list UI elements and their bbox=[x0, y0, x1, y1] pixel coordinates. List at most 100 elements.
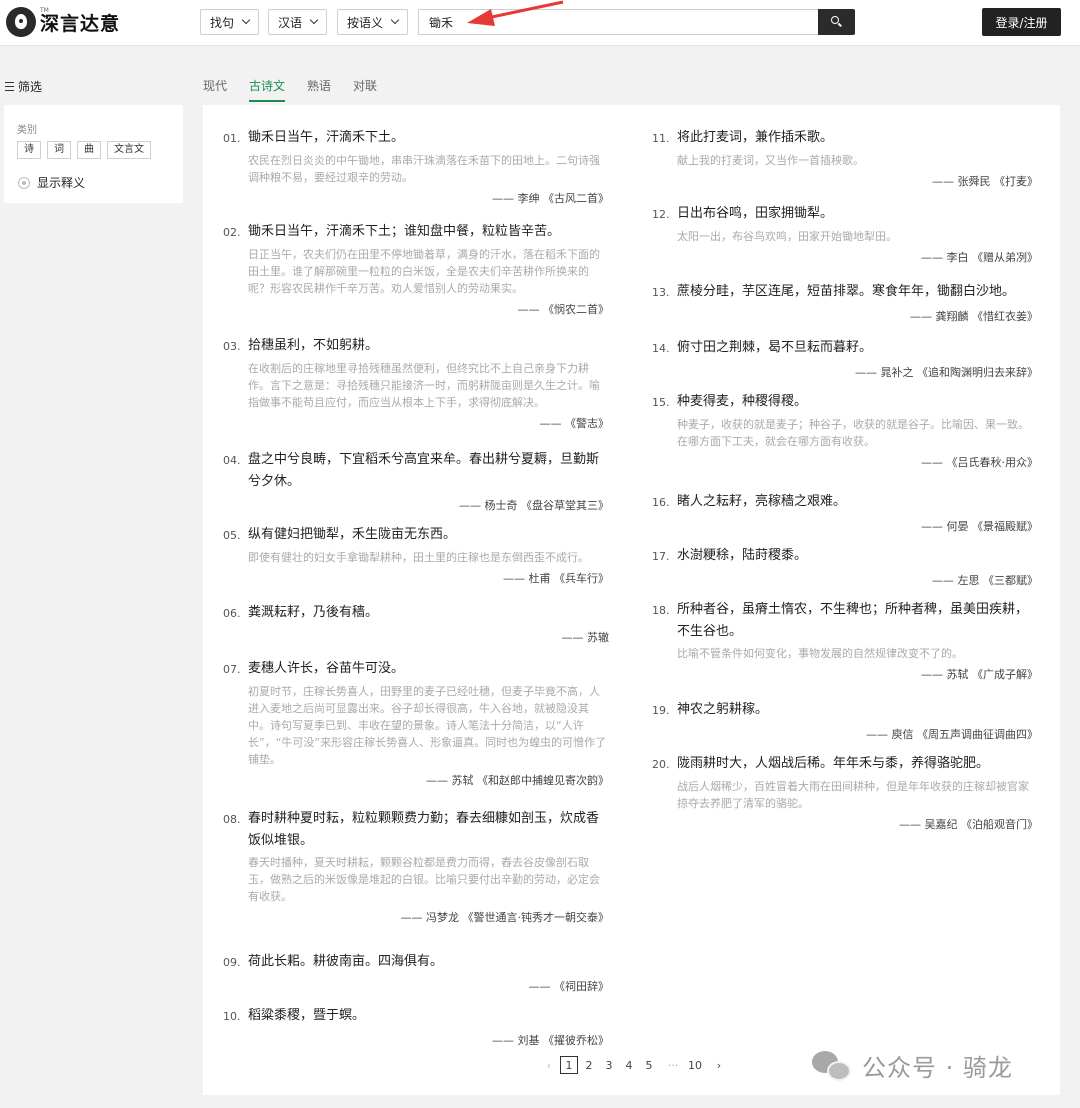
result-line: 04. 盘之中兮良畴，下宜稻禾兮高宜来牟。春出耕兮夏耨，旦勤斯兮夕休。 bbox=[223, 449, 609, 493]
result-explanation: 在收割后的庄稼地里寻拾残穗虽然便利，但终究比不上自己亲身下力耕作。言下之意是：寻… bbox=[248, 362, 600, 409]
result-item[interactable]: 04. 盘之中兮良畴，下宜稻禾兮高宜来牟。春出耕兮夏耨，旦勤斯兮夕休。 —— 杨士奇… bbox=[223, 449, 609, 513]
page-button[interactable]: 1 bbox=[560, 1056, 578, 1074]
result-source[interactable]: —— 晁补之 《追和陶渊明归去来辞》 bbox=[652, 364, 1038, 380]
result-text[interactable]: 蔗棱分畦，芋区连尾，短苗排翠。寒食年年，锄翻白沙地。 bbox=[677, 281, 1038, 304]
result-source[interactable]: —— 李绅 《古风二首》 bbox=[223, 190, 609, 206]
result-number: 18. bbox=[652, 604, 670, 617]
filter-icon bbox=[5, 82, 14, 91]
result-text[interactable]: 睹人之耘耔，亮稼穑之艰难。 bbox=[677, 491, 1038, 514]
result-line: 17. 水澍粳稌，陆莳稷黍。 bbox=[652, 545, 1038, 568]
result-source[interactable]: —— 杨士奇 《盘谷草堂其三》 bbox=[223, 497, 609, 513]
tab-couplets[interactable]: 对联 bbox=[353, 77, 377, 102]
result-source[interactable]: —— 冯梦龙 《警世通言·钝秀才一朝交泰》 bbox=[223, 909, 610, 925]
result-item[interactable]: 02. 锄禾日当午，汗滴禾下土；谁知盘中餐，粒粒皆辛苦。 日正当午，农夫们仍在田里不… bbox=[223, 221, 609, 317]
result-number: 02. bbox=[223, 226, 241, 239]
page-button[interactable]: 3 bbox=[600, 1056, 618, 1074]
page-button[interactable]: 5 bbox=[640, 1056, 658, 1074]
result-item[interactable]: 12. 日出布谷鸣，田家拥锄犁。 太阳一出，布谷鸟欢鸣，田家开始锄地犁田。 —— 李白… bbox=[652, 203, 1038, 265]
tag-shi[interactable]: 诗 bbox=[17, 141, 41, 159]
page-button[interactable]: 2 bbox=[580, 1056, 598, 1074]
result-text[interactable]: 春时耕种夏时耘，粒粒颗颗费力勤；春去细糠如剖玉，炊成香饭似堆银。 bbox=[248, 808, 609, 852]
result-source[interactable]: —— 张舜民 《打麦》 bbox=[652, 173, 1038, 189]
mode-dropdown[interactable]: 找句 bbox=[200, 9, 260, 35]
result-text[interactable]: 锄禾日当午，汗滴禾下土；谁知盘中餐，粒粒皆辛苦。 bbox=[248, 221, 609, 244]
tab-modern[interactable]: 现代 bbox=[203, 77, 227, 102]
result-item[interactable]: 08. 春时耕种夏时耘，粒粒颗颗费力勤；春去细糠如剖玉，炊成香饭似堆银。 春天时播种… bbox=[223, 808, 609, 925]
result-item[interactable]: 18. 所种者谷，虽瘠土惰农，不生稗也；所种者稗，虽美田疾耕，不生谷也。 比喻不管条… bbox=[652, 599, 1038, 682]
tag-ci[interactable]: 词 bbox=[47, 141, 71, 159]
result-text[interactable]: 稻粱黍稷，暨于螟。 bbox=[248, 1005, 609, 1028]
result-item[interactable]: 17. 水澍粳稌，陆莳稷黍。 —— 左思 《三都赋》 bbox=[652, 545, 1038, 588]
result-source[interactable]: —— 苏轼 《广成子解》 bbox=[652, 666, 1038, 682]
result-number: 03. bbox=[223, 340, 241, 353]
search-button[interactable] bbox=[818, 9, 855, 35]
result-text[interactable]: 神农之躬耕稼。 bbox=[677, 699, 1038, 722]
result-number: 17. bbox=[652, 550, 670, 563]
result-text[interactable]: 麦穗人许长，谷苗牛可没。 bbox=[248, 658, 609, 681]
result-item[interactable]: 13. 蔗棱分畦，芋区连尾，短苗排翠。寒食年年，锄翻白沙地。 —— 龚翔麟 《惜红衣… bbox=[652, 281, 1038, 324]
result-source[interactable]: —— 杜甫 《兵车行》 bbox=[223, 570, 609, 586]
result-source[interactable]: —— 吴嘉纪 《泊船观音门》 bbox=[652, 816, 1038, 832]
result-text[interactable]: 盘之中兮良畴，下宜稻禾兮高宜来牟。春出耕兮夏耨，旦勤斯兮夕休。 bbox=[248, 449, 609, 493]
result-text[interactable]: 粪溉耘耔，乃後有穑。 bbox=[248, 602, 609, 625]
result-source[interactable]: —— 苏轼 《和赵郎中捕蝗见寄次韵》 bbox=[223, 772, 609, 788]
page-button[interactable]: 10 bbox=[686, 1056, 704, 1074]
language-dropdown[interactable]: 汉语 bbox=[268, 9, 328, 35]
result-number: 14. bbox=[652, 342, 670, 355]
result-item[interactable]: 11. 将此打麦词，兼作插禾歌。 献上我的打麦词，又当作一首插秧歌。 —— 张舜民 《… bbox=[652, 127, 1038, 189]
result-text[interactable]: 拾穗虽利，不如躬耕。 bbox=[248, 335, 609, 358]
result-text[interactable]: 水澍粳稌，陆莳稷黍。 bbox=[677, 545, 1038, 568]
result-source[interactable]: —— 龚翔麟 《惜红衣姜》 bbox=[652, 308, 1038, 324]
result-item[interactable]: 14. 俯寸田之荆棘，曷不旦耘而暮耔。 —— 晁补之 《追和陶渊明归去来辞》 bbox=[652, 337, 1038, 380]
tab-idioms[interactable]: 熟语 bbox=[307, 77, 331, 102]
result-text[interactable]: 荷此长耜。耕彼南亩。四海俱有。 bbox=[248, 951, 609, 974]
result-item[interactable]: 07. 麦穗人许长，谷苗牛可没。 初夏时节，庄稼长势喜人，田野里的麦子已经吐穗，但麦… bbox=[223, 658, 609, 788]
result-source[interactable]: —— 《警志》 bbox=[223, 415, 610, 431]
result-number: 09. bbox=[223, 956, 241, 969]
result-text[interactable]: 种麦得麦，种稷得稷。 bbox=[677, 391, 1038, 414]
result-item[interactable]: 06. 粪溉耘耔，乃後有穑。 —— 苏辙 bbox=[223, 602, 609, 645]
result-source[interactable]: —— 苏辙 bbox=[223, 629, 610, 645]
brand-logo[interactable]: TM 深言达意 bbox=[6, 6, 120, 38]
result-item[interactable]: 16. 睹人之耘耔，亮稼穑之艰难。 —— 何晏 《景福殿赋》 bbox=[652, 491, 1038, 534]
prev-page-button[interactable]: ‹ bbox=[540, 1056, 558, 1074]
result-line: 11. 将此打麦词，兼作插禾歌。 bbox=[652, 127, 1038, 150]
search-type-dropdown[interactable]: 按语义 bbox=[337, 9, 409, 35]
result-item[interactable]: 09. 荷此长耜。耕彼南亩。四海俱有。 —— 《祠田辞》 bbox=[223, 951, 609, 994]
show-explanation-toggle[interactable]: 显示释义 bbox=[18, 174, 85, 191]
result-source[interactable]: —— 《吕氏春秋·用众》 bbox=[652, 454, 1038, 470]
result-source[interactable]: —— 《悯农二首》 bbox=[223, 301, 610, 317]
result-item[interactable]: 20. 陇雨耕时大，人烟战后稀。年年禾与黍，养得骆驼肥。 战后人烟稀少，百姓冒着大雨… bbox=[652, 753, 1038, 832]
result-source[interactable]: —— 刘基 《擢彼乔松》 bbox=[223, 1032, 609, 1048]
result-text[interactable]: 将此打麦词，兼作插禾歌。 bbox=[677, 127, 1038, 150]
next-page-button[interactable]: › bbox=[710, 1056, 728, 1074]
result-text[interactable]: 纵有健妇把锄犁，禾生陇亩无东西。 bbox=[248, 524, 609, 547]
result-explanation: 战后人烟稀少，百姓冒着大雨在田间耕种，但是年年收获的庄稼却被官家掠夺去养肥了清军… bbox=[677, 780, 1029, 810]
result-item[interactable]: 15. 种麦得麦，种稷得稷。 种麦子，收获的就是麦子；种谷子，收获的就是谷子。比喻因… bbox=[652, 391, 1038, 470]
result-item[interactable]: 01. 锄禾日当午，汗滴禾下土。 农民在烈日炎炎的中午锄地，串串汗珠滴落在禾苗下的田… bbox=[223, 127, 609, 206]
result-text[interactable]: 陇雨耕时大，人烟战后稀。年年禾与黍，养得骆驼肥。 bbox=[677, 753, 1038, 776]
result-source[interactable]: —— 李白 《赠从弟冽》 bbox=[652, 249, 1038, 265]
result-text[interactable]: 俯寸田之荆棘，曷不旦耘而暮耔。 bbox=[677, 337, 1038, 360]
result-source[interactable]: —— 庾信 《周五声调曲征调曲四》 bbox=[652, 726, 1038, 742]
wechat-icon bbox=[812, 1049, 852, 1083]
result-item[interactable]: 10. 稻粱黍稷，暨于螟。 —— 刘基 《擢彼乔松》 bbox=[223, 1005, 609, 1048]
tab-classical-poetry[interactable]: 古诗文 bbox=[249, 77, 286, 102]
result-item[interactable]: 19. 神农之躬耕稼。 —— 庾信 《周五声调曲征调曲四》 bbox=[652, 699, 1038, 742]
brand-name: 深言达意 bbox=[40, 12, 121, 35]
result-source[interactable]: —— 何晏 《景福殿赋》 bbox=[652, 518, 1038, 534]
result-number: 08. bbox=[223, 813, 241, 826]
result-source[interactable]: —— 左思 《三都赋》 bbox=[652, 572, 1038, 588]
result-number: 10. bbox=[223, 1010, 241, 1023]
result-item[interactable]: 03. 拾穗虽利，不如躬耕。在收割后的庄稼地里寻拾残穗虽然便利，但终究比不上自己亲… bbox=[223, 335, 609, 431]
result-text[interactable]: 日出布谷鸣，田家拥锄犁。 bbox=[677, 203, 1038, 226]
page-button[interactable]: 4 bbox=[620, 1056, 638, 1074]
result-number: 15. bbox=[652, 396, 670, 409]
result-text[interactable]: 所种者谷，虽瘠土惰农，不生稗也；所种者稗，虽美田疾耕，不生谷也。 bbox=[677, 599, 1038, 643]
result-item[interactable]: 05. 纵有健妇把锄犁，禾生陇亩无东西。 即使有健壮的妇女手拿锄犁耕种，田土里的庄稼… bbox=[223, 524, 609, 586]
login-register-button[interactable]: 登录/注册 bbox=[982, 8, 1061, 36]
result-source[interactable]: —— 《祠田辞》 bbox=[223, 978, 610, 994]
tag-wenyanwen[interactable]: 文言文 bbox=[107, 141, 151, 159]
tag-qu[interactable]: 曲 bbox=[77, 141, 101, 159]
result-text[interactable]: 锄禾日当午，汗滴禾下土。 bbox=[248, 127, 609, 150]
